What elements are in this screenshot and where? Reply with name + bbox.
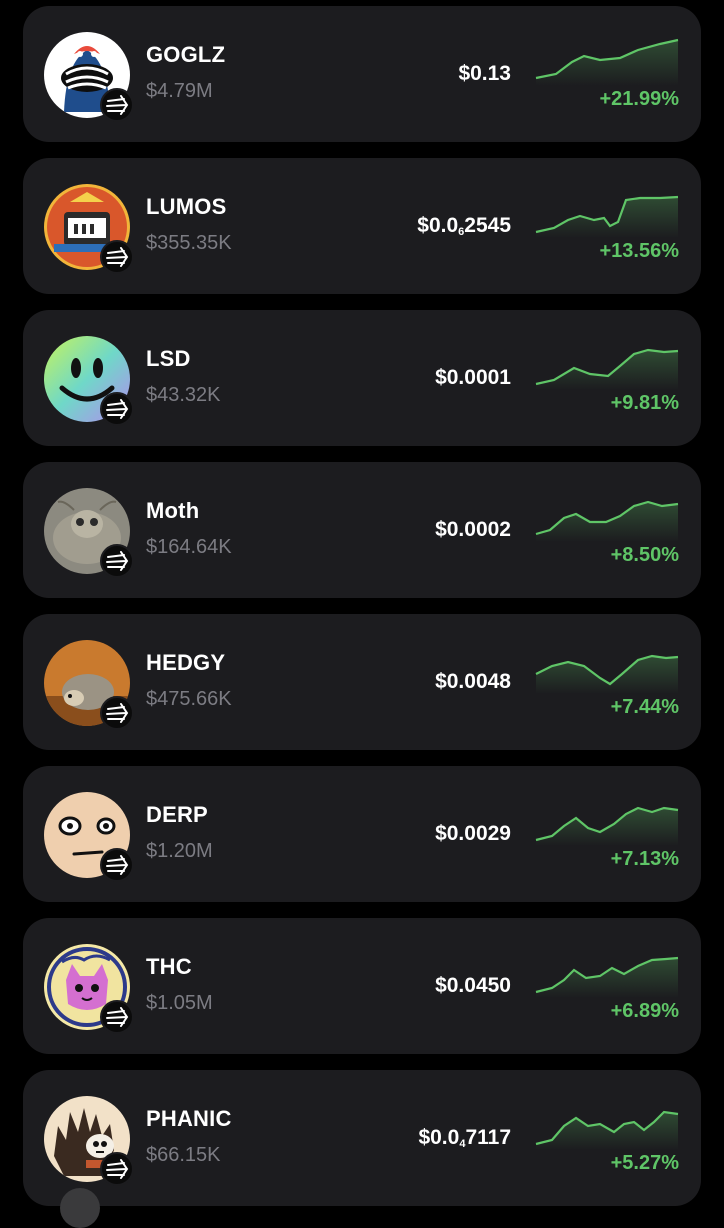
price-change: +6.89% — [610, 1000, 679, 1022]
token-name: GOGLZ — [146, 42, 226, 67]
price-sparkline — [534, 340, 680, 390]
token-price: $0.0048 — [435, 670, 511, 693]
token-name: LSD — [146, 346, 191, 371]
sonic-chain-icon — [100, 88, 134, 122]
token-name: DERP — [146, 802, 208, 827]
token-row-thc[interactable]: THC $1.05M $0.0450 +6.89% — [23, 918, 701, 1054]
sonic-chain-icon — [100, 1152, 134, 1186]
token-row-derp[interactable]: DERP $1.20M $0.0029 +7.13% — [23, 766, 701, 902]
token-row-phanic[interactable]: PHANIC $66.15K $0.047117 +5.27% — [23, 1070, 701, 1206]
market-cap: $4.79M — [146, 80, 213, 102]
next-token-avatar — [60, 1188, 100, 1228]
price-sparkline — [534, 36, 680, 86]
price-change: +7.44% — [610, 696, 679, 718]
price-sparkline — [534, 1100, 680, 1150]
market-cap: $66.15K — [146, 1144, 221, 1166]
token-price: $0.047117 — [418, 1126, 511, 1150]
price-sparkline — [534, 948, 680, 998]
market-cap: $1.05M — [146, 992, 213, 1014]
sonic-chain-icon — [100, 848, 134, 882]
sonic-chain-icon — [100, 392, 134, 426]
token-price: $0.0002 — [435, 518, 511, 541]
sonic-chain-icon — [100, 696, 134, 730]
token-price: $0.0450 — [435, 974, 511, 997]
token-name: Moth — [146, 498, 200, 523]
sonic-chain-icon — [100, 1000, 134, 1034]
token-name: HEDGY — [146, 650, 226, 675]
price-sparkline — [534, 644, 680, 694]
price-sparkline — [534, 796, 680, 846]
market-cap: $43.32K — [146, 384, 221, 406]
market-cap: $1.20M — [146, 840, 213, 862]
token-price: $0.062545 — [417, 214, 511, 238]
token-name: LUMOS — [146, 194, 227, 219]
price-change: +13.56% — [599, 240, 679, 262]
sonic-chain-icon — [100, 544, 134, 578]
price-change: +7.13% — [610, 848, 679, 870]
token-price: $0.0001 — [435, 366, 511, 389]
token-price: $0.13 — [458, 62, 511, 85]
price-change: +21.99% — [599, 88, 679, 110]
market-cap: $164.64K — [146, 536, 232, 558]
token-row-moth[interactable]: Moth $164.64K $0.0002 +8.50% — [23, 462, 701, 598]
token-list: GOGLZ $4.79M $0.13 +21.99% LUMOS $355.35… — [0, 0, 724, 1228]
token-name: PHANIC — [146, 1106, 232, 1131]
price-sparkline — [534, 188, 680, 238]
price-change: +9.81% — [610, 392, 679, 414]
token-row-lsd[interactable]: LSD $43.32K $0.0001 +9.81% — [23, 310, 701, 446]
price-change: +8.50% — [610, 544, 679, 566]
price-sparkline — [534, 492, 680, 542]
market-cap: $355.35K — [146, 232, 232, 254]
token-row-lumos[interactable]: LUMOS $355.35K $0.062545 +13.56% — [23, 158, 701, 294]
token-price: $0.0029 — [435, 822, 511, 845]
token-name: THC — [146, 954, 192, 979]
price-change: +5.27% — [610, 1152, 679, 1174]
token-row-hedgy[interactable]: HEDGY $475.66K $0.0048 +7.44% — [23, 614, 701, 750]
token-row-goglz[interactable]: GOGLZ $4.79M $0.13 +21.99% — [23, 6, 701, 142]
sonic-chain-icon — [100, 240, 134, 274]
market-cap: $475.66K — [146, 688, 232, 710]
